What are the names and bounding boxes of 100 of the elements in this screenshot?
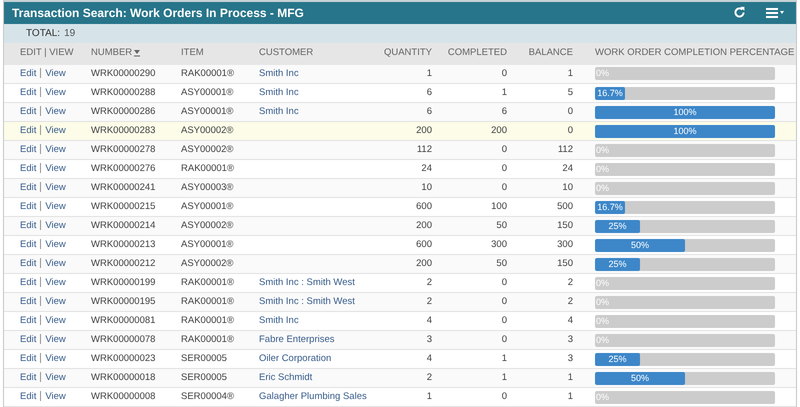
edit-link[interactable]: Edit [20,200,36,212]
item-link[interactable]: ASY00002® [181,144,234,155]
edit-link[interactable]: Edit [20,352,36,364]
view-link[interactable]: View [45,314,66,326]
table-row[interactable]: Edit View WRK00000214 ASY00002® 200 50 150 25% [4,216,796,236]
percent-label: 100% [672,124,698,138]
table-cell: WRK00000214 [91,220,156,231]
refresh-icon[interactable] [733,6,746,20]
table-row[interactable]: Edit View WRK00000018 SER00005 Eric Schmidt 2 1 1 50% [4,368,796,388]
edit-link[interactable]: Edit [20,124,36,136]
edit-link[interactable]: Edit [20,372,36,383]
table-cell: WRK00000213 [91,238,156,250]
edit-link[interactable]: Edit [20,238,36,250]
customer-link[interactable]: Smith Inc : Smith West [259,276,355,288]
customer-link[interactable]: Galagher Plumbing Sales [259,390,367,402]
edit-link[interactable]: Edit [20,86,36,98]
column-header[interactable]: ITEM [181,46,204,61]
item-link[interactable]: RAK00001® [181,314,234,326]
customer-link[interactable]: Smith Inc [259,68,299,79]
customer-link[interactable]: Oiler Corporation [259,352,332,364]
table-row[interactable]: Edit View WRK00000213 ASY00001® 600 300 300 50% [4,236,796,254]
table-row[interactable]: Edit View WRK00000023 SER00005 Oiler Corporation 4 1 3 25% [4,350,796,368]
item-link[interactable]: RAK00001® [181,162,234,174]
view-link[interactable]: View [45,334,66,345]
item-link[interactable]: ASY00001® [181,86,234,98]
table-cell: 200 [416,258,432,269]
column-header[interactable]: BALANCE [528,46,573,61]
view-link[interactable]: View [45,182,66,193]
table-cell: 3 [426,334,432,345]
sort-icon [134,50,140,57]
view-link[interactable]: View [45,144,66,155]
item-link[interactable]: ASY00003® [181,182,234,193]
table-cell: 0 [568,106,573,117]
percent-label: 50% [630,238,650,252]
table-cell: 500 [557,200,573,212]
item-link[interactable]: ASY00002® [181,124,234,136]
table-cell: 3 [568,352,573,364]
table-cell: 300 [491,238,507,250]
column-header[interactable]: CUSTOMER [259,46,314,61]
view-link[interactable]: View [45,86,66,98]
edit-link[interactable]: Edit [20,296,36,307]
edit-link[interactable]: Edit [20,144,36,155]
view-link[interactable]: View [45,372,66,383]
view-link[interactable]: View [45,296,66,307]
item-link[interactable]: ASY00001® [181,238,234,250]
view-link[interactable]: View [45,220,66,231]
item-link[interactable]: ASY00002® [181,220,234,231]
table-row[interactable]: Edit View WRK00000288 ASY00001® Smith Inc 6 1 5 16.7% [4,84,796,102]
edit-link[interactable]: Edit [20,220,36,231]
table-cell: WRK00000018 [91,372,156,383]
table-cell: 112 [558,144,573,155]
table-cell: 600 [416,238,432,250]
view-link[interactable]: View [45,68,66,79]
table-row[interactable]: Edit View WRK00000286 ASY00001® Smith Inc 6 6 0 100% [4,102,796,122]
customer-link[interactable]: Smith Inc [259,106,299,117]
view-link[interactable]: View [45,162,66,174]
customer-link[interactable]: Fabre Enterprises [259,334,335,345]
column-header[interactable]: QUANTITY [384,46,432,61]
column-header[interactable]: COMPLETED [448,46,507,61]
item-link[interactable]: ASY00001® [181,200,234,212]
column-header[interactable]: EDIT | VIEW [20,46,74,61]
view-link[interactable]: View [45,238,66,250]
item-link[interactable]: SER00005 [181,352,227,364]
edit-link[interactable]: Edit [20,390,36,402]
view-link[interactable]: View [45,276,66,288]
table-row[interactable]: Edit View WRK00000212 ASY00002® 200 50 150 25% [4,254,796,274]
edit-link[interactable]: Edit [20,162,36,174]
item-link[interactable]: RAK00001® [181,276,234,288]
edit-link[interactable]: Edit [20,106,36,117]
edit-link[interactable]: Edit [20,314,36,326]
view-link[interactable]: View [45,200,66,212]
item-link[interactable]: RAK00001® [181,68,234,79]
customer-link[interactable]: Smith Inc : Smith West [259,296,355,307]
edit-link[interactable]: Edit [20,182,36,193]
customer-link[interactable]: Smith Inc [259,86,299,98]
table-cell: 1 [426,68,432,79]
view-link[interactable]: View [45,106,66,117]
table-cell: WRK00000286 [91,106,156,117]
table-cell: 200 [416,220,432,231]
item-link[interactable]: RAK00001® [181,296,234,307]
item-link[interactable]: RAK00001® [181,334,234,345]
edit-link[interactable]: Edit [20,68,36,79]
column-header[interactable]: NUMBER [91,46,140,61]
item-link[interactable]: SER00004® [181,390,234,402]
item-link[interactable]: ASY00001® [181,106,234,117]
item-link[interactable]: SER00005 [181,372,227,383]
edit-link[interactable]: Edit [20,258,36,269]
edit-link[interactable]: Edit [20,334,36,345]
edit-link[interactable]: Edit [20,276,36,288]
customer-link[interactable]: Smith Inc [259,314,299,326]
customer-link[interactable]: Eric Schmidt [259,372,312,383]
table-cell: 0 [502,276,507,288]
view-link[interactable]: View [45,390,66,402]
table-row[interactable]: Edit View WRK00000215 ASY00001® 600 100 500 16.7% [4,198,796,216]
view-link[interactable]: View [45,258,66,269]
item-link[interactable]: ASY00002® [181,258,234,269]
view-link[interactable]: View [45,352,66,364]
column-header[interactable]: WORK ORDER COMPLETION PERCENTAGE [595,46,794,61]
view-link[interactable]: View [45,124,66,136]
menu-icon[interactable] [766,6,784,19]
